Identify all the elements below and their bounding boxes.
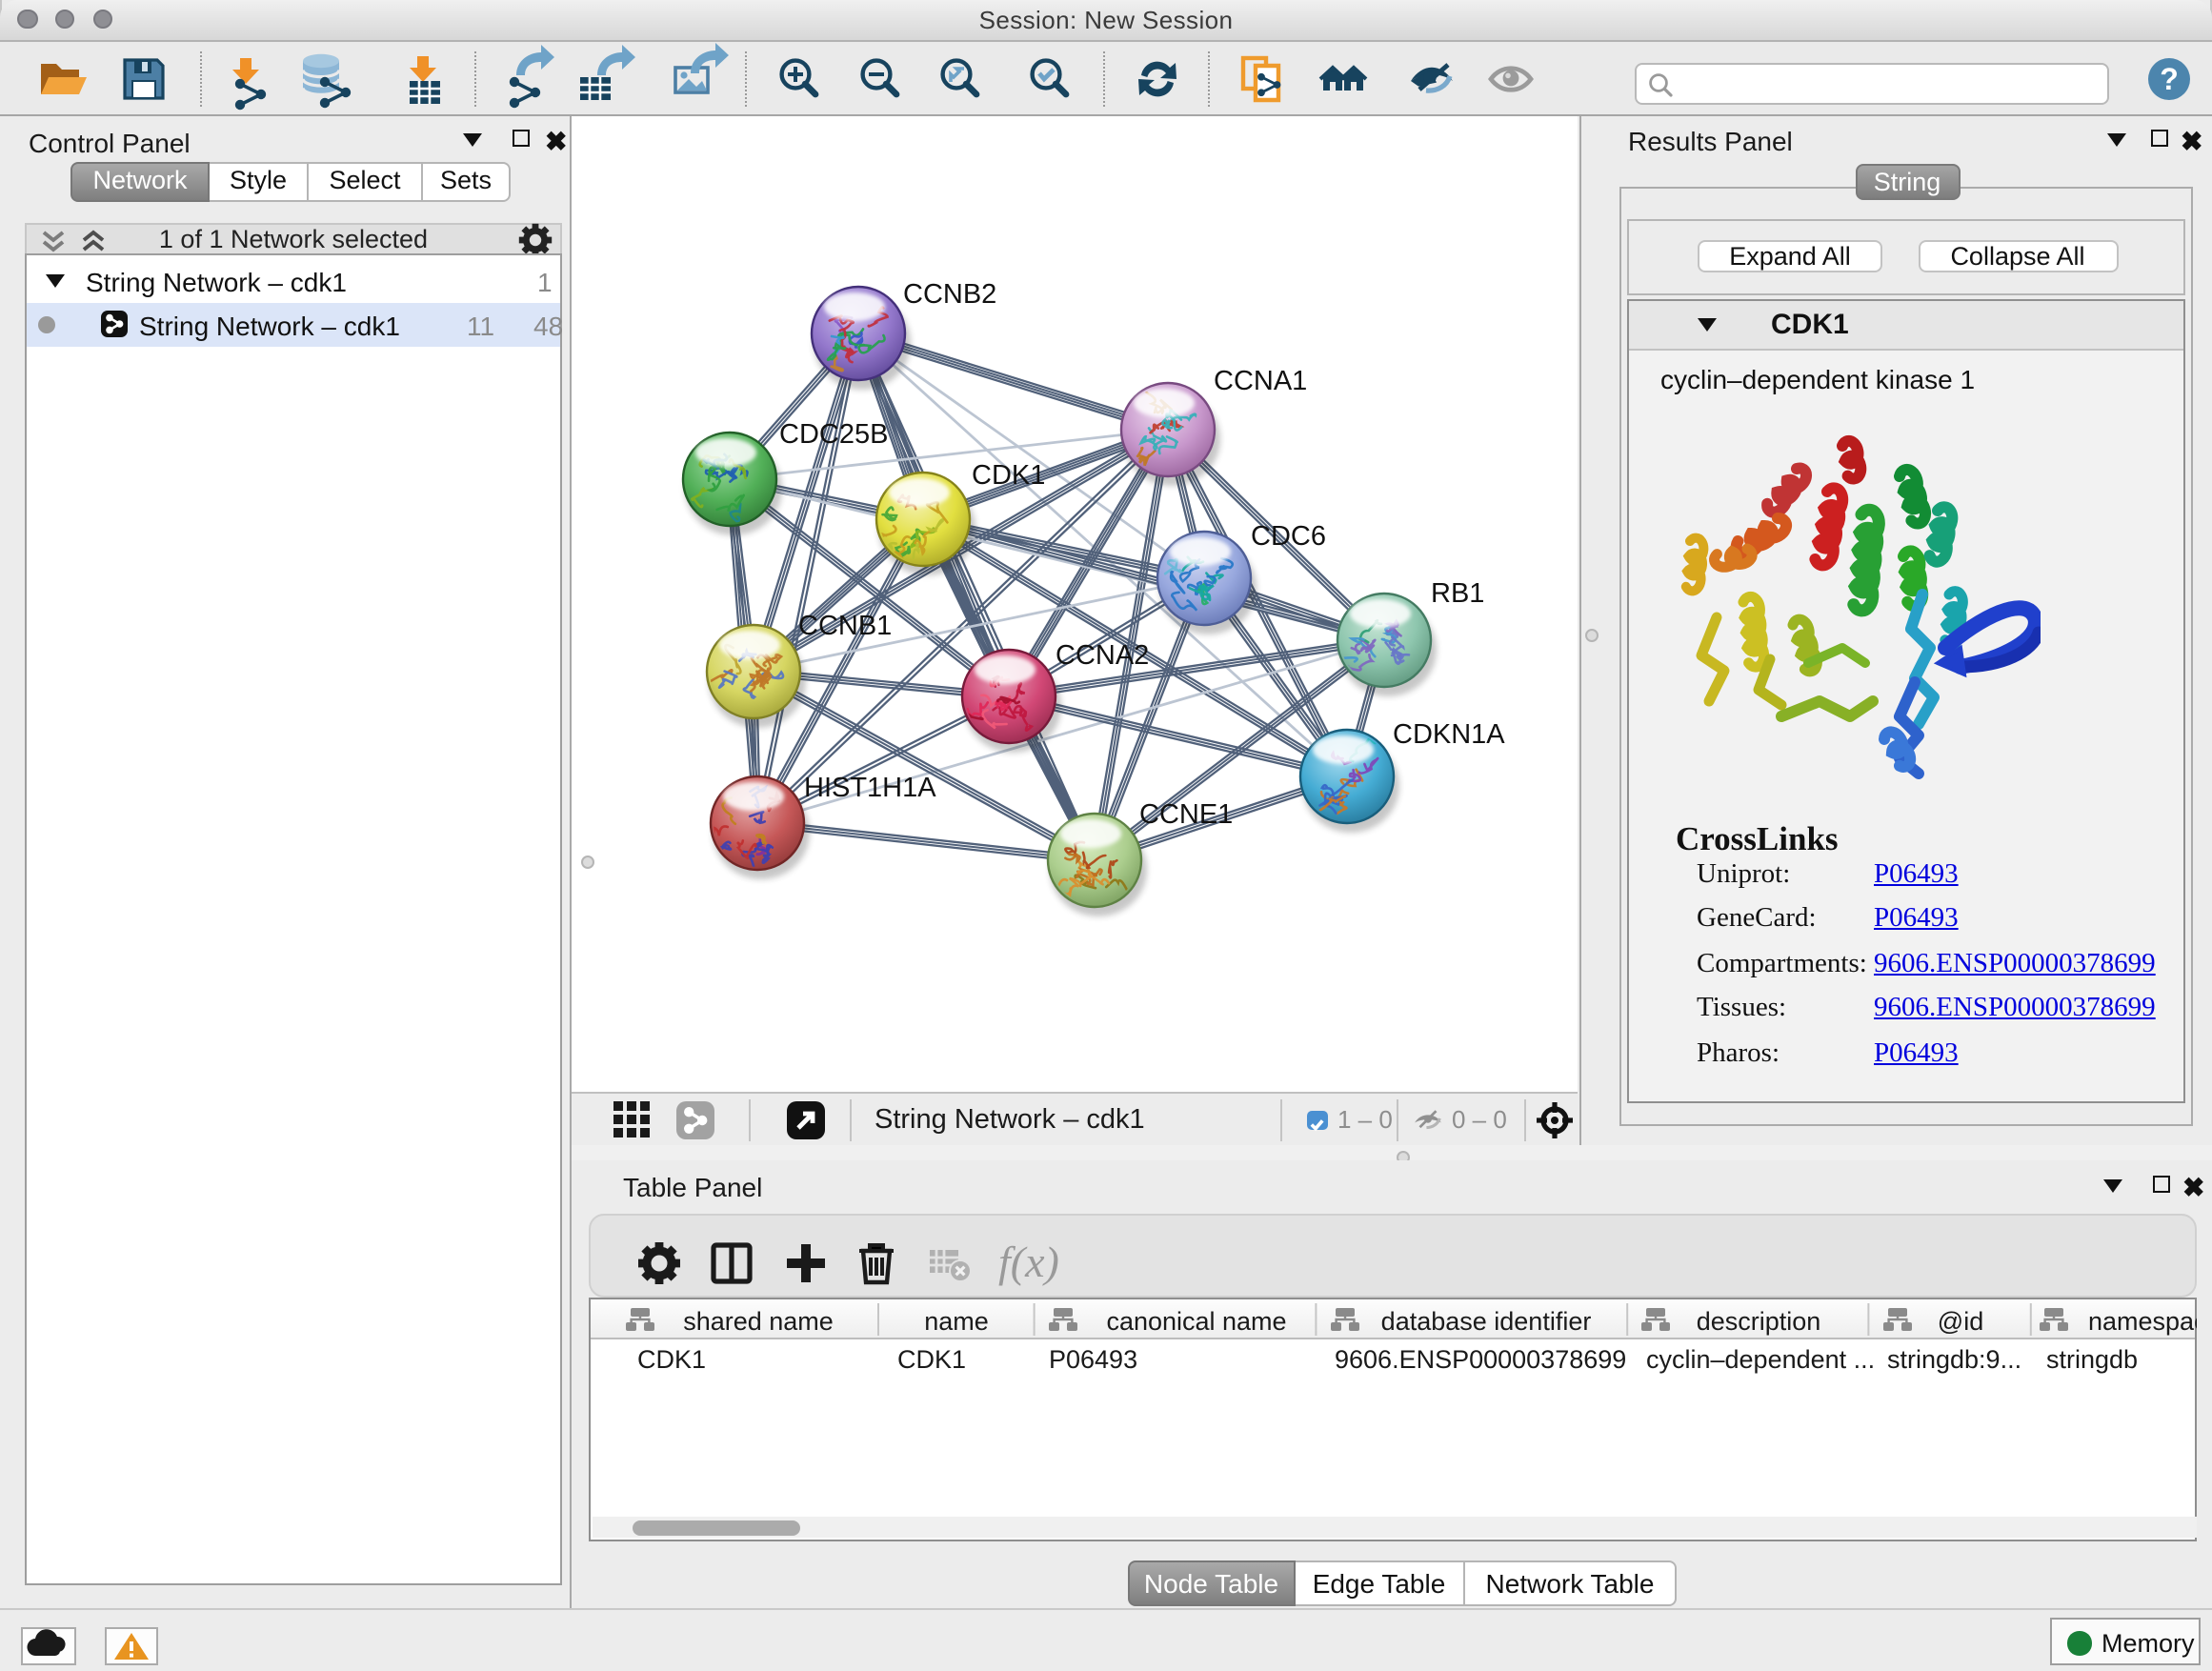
svg-text:f(x): f(x) bbox=[997, 1238, 1058, 1286]
svg-text:namespace: namespace bbox=[2087, 1306, 2196, 1335]
svg-text:CCNB1: CCNB1 bbox=[798, 611, 892, 641]
svg-text:?: ? bbox=[2160, 62, 2179, 96]
svg-text:CDC25B: CDC25B bbox=[779, 419, 888, 450]
svg-text:canonical name: canonical name bbox=[1105, 1306, 1285, 1335]
svg-text:shared name: shared name bbox=[682, 1306, 833, 1335]
svg-text:RB1: RB1 bbox=[1431, 578, 1484, 609]
svg-text:stringdb:9...: stringdb:9... bbox=[1886, 1344, 2021, 1373]
svg-text:CDC6: CDC6 bbox=[1251, 521, 1326, 552]
svg-text:@id: @id bbox=[1937, 1306, 1982, 1335]
svg-text:CCNB2: CCNB2 bbox=[903, 279, 996, 310]
svg-text:HIST1H1A: HIST1H1A bbox=[804, 773, 936, 803]
svg-text:CCNE1: CCNE1 bbox=[1139, 799, 1233, 830]
svg-text:9606.ENSP00000378699: 9606.ENSP00000378699 bbox=[1334, 1344, 1625, 1373]
svg-text:name: name bbox=[923, 1306, 988, 1335]
svg-text:P06493: P06493 bbox=[1048, 1344, 1136, 1373]
svg-text:cyclin–dependent ...: cyclin–dependent ... bbox=[1645, 1344, 1874, 1373]
svg-text:CCNA2: CCNA2 bbox=[1056, 640, 1149, 671]
svg-text:CDK1: CDK1 bbox=[636, 1344, 705, 1373]
svg-text:stringdb: stringdb bbox=[2045, 1344, 2137, 1373]
svg-text:CCNA1: CCNA1 bbox=[1214, 366, 1307, 396]
svg-text:CDK1: CDK1 bbox=[972, 460, 1045, 491]
svg-text:description: description bbox=[1696, 1306, 1820, 1335]
svg-text:database identifier: database identifier bbox=[1380, 1306, 1591, 1335]
svg-text:CDK1: CDK1 bbox=[896, 1344, 965, 1373]
svg-text:CDKN1A: CDKN1A bbox=[1393, 719, 1505, 750]
